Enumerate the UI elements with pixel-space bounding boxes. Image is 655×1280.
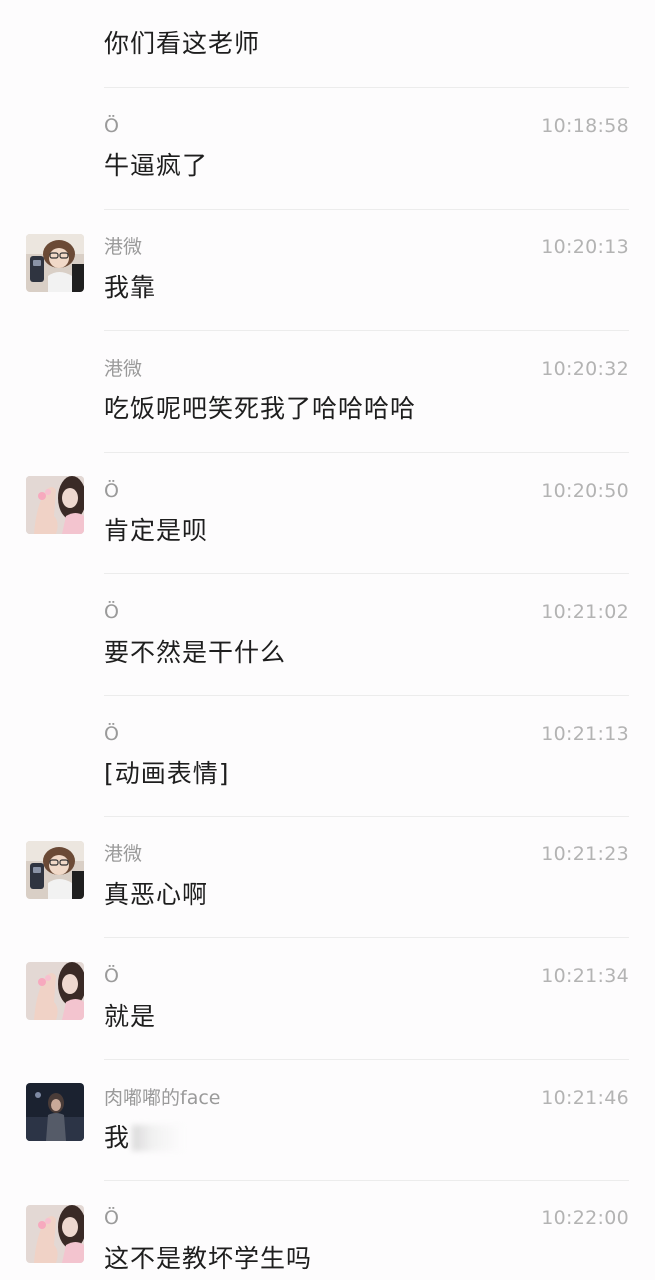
avatar-gangwei[interactable] bbox=[26, 841, 84, 899]
message-time: 10:18:58 bbox=[541, 115, 629, 137]
message-content: 真恶心啊 bbox=[104, 880, 209, 909]
message-content: [动画表情] bbox=[104, 759, 230, 788]
message-content: 牛逼疯了 bbox=[104, 151, 209, 180]
avatar-gangwei[interactable] bbox=[26, 234, 84, 292]
message-item[interactable]: Ö 10:22:00 这不是教坏学生吗 bbox=[0, 1181, 655, 1280]
avatar-rouduodu-image bbox=[26, 1083, 84, 1141]
message-sender[interactable]: Ö bbox=[104, 114, 119, 138]
message-time: 10:22:00 bbox=[541, 1207, 629, 1229]
message-sender[interactable]: Ö bbox=[104, 964, 119, 988]
message-time: 10:21:23 bbox=[541, 843, 629, 865]
message-item[interactable]: 港微 10:20:32 吃饭呢吧笑死我了哈哈哈哈 bbox=[0, 331, 655, 453]
message-sender[interactable]: 港微 bbox=[104, 235, 142, 259]
message-item[interactable]: Ö 10:18:58 牛逼疯了 bbox=[0, 88, 655, 210]
message-content: 要不然是干什么 bbox=[104, 638, 287, 667]
avatar-o[interactable] bbox=[26, 476, 84, 534]
avatar-o[interactable] bbox=[26, 1205, 84, 1263]
avatar-o-image bbox=[26, 1205, 84, 1263]
message-content: 就是 bbox=[104, 1002, 157, 1031]
avatar-gangwei-image bbox=[26, 234, 84, 292]
message-item[interactable]: Ö 10:21:34 就是 bbox=[0, 938, 655, 1060]
message-sender[interactable]: 肉嘟嘟的face bbox=[104, 1086, 220, 1110]
message-time: 10:21:02 bbox=[541, 601, 629, 623]
message-item[interactable]: 肉嘟嘟的face 10:21:46 我 bbox=[0, 1060, 655, 1181]
message-sender[interactable]: Ö bbox=[104, 479, 119, 503]
message-item[interactable]: Ö 10:20:50 肯定是呗 bbox=[0, 453, 655, 574]
message-time: 10:21:46 bbox=[541, 1087, 629, 1109]
avatar-o-image bbox=[26, 962, 84, 1020]
message-content: 这不是教坏学生吗 bbox=[104, 1244, 313, 1273]
message-item[interactable]: 港微 10:20:13 我靠 bbox=[0, 210, 655, 331]
message-content-text: 我 bbox=[104, 1123, 131, 1152]
message-content: 你们看这老师 bbox=[104, 29, 261, 58]
message-sender[interactable]: 港微 bbox=[104, 842, 142, 866]
message-time: 10:20:32 bbox=[541, 358, 629, 380]
avatar-o[interactable] bbox=[26, 962, 84, 1020]
message-time: 10:21:13 bbox=[541, 723, 629, 745]
message-item[interactable]: Ö 10:21:13 [动画表情] bbox=[0, 696, 655, 817]
avatar-gangwei-image bbox=[26, 841, 84, 899]
message-sender[interactable]: Ö bbox=[104, 1206, 119, 1230]
message-time: 10:20:13 bbox=[541, 236, 629, 258]
message-sender[interactable]: Ö bbox=[104, 722, 119, 746]
message-content: 肯定是呗 bbox=[104, 516, 209, 545]
message-time: 10:21:34 bbox=[541, 965, 629, 987]
message-item[interactable]: 你们看这老师 bbox=[0, 0, 655, 88]
message-sender[interactable]: Ö bbox=[104, 600, 119, 624]
avatar-rouduodu[interactable] bbox=[26, 1083, 84, 1141]
avatar-o-image bbox=[26, 476, 84, 534]
message-content: 我 bbox=[104, 1122, 185, 1154]
message-item[interactable]: 港微 10:21:23 真恶心啊 bbox=[0, 817, 655, 938]
message-sender[interactable]: 港微 bbox=[104, 357, 142, 381]
message-time: 10:20:50 bbox=[541, 480, 629, 502]
message-content: 我靠 bbox=[104, 273, 157, 302]
message-item[interactable]: Ö 10:21:02 要不然是干什么 bbox=[0, 574, 655, 696]
chat-message-list: 你们看这老师 Ö 10:18:58 牛逼疯了 港微 10:20:13 我靠 港微… bbox=[0, 0, 655, 1280]
blurred-text-mask bbox=[132, 1125, 185, 1151]
message-content: 吃饭呢吧笑死我了哈哈哈哈 bbox=[104, 394, 417, 423]
